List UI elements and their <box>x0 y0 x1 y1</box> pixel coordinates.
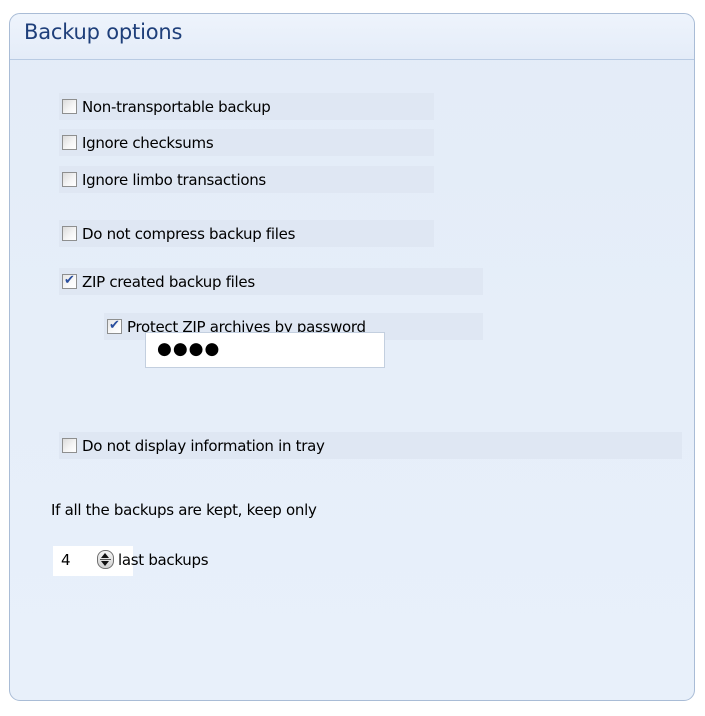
spin-up-arrow-icon[interactable] <box>101 553 109 558</box>
checkmark-icon: ✔ <box>109 318 120 333</box>
no-compress-label: Do not compress backup files <box>82 225 296 243</box>
zip-files-checkbox[interactable]: ✔ <box>62 273 77 289</box>
no-tray-info-checkbox[interactable] <box>62 438 77 453</box>
no-compress-checkbox[interactable] <box>62 226 77 241</box>
panel-title: Backup options <box>24 20 183 44</box>
ignore-checksums-label: Ignore checksums <box>82 134 214 152</box>
ignore-checksums-checkbox[interactable] <box>62 135 77 150</box>
option-ignore-limbo-row[interactable]: Ignore limbo transactions <box>59 166 434 193</box>
non-transportable-checkbox[interactable] <box>62 99 77 114</box>
password-masked-value: ●●●● <box>157 339 221 359</box>
spinner-buttons[interactable] <box>97 550 114 569</box>
keep-backups-label: If all the backups are kept, keep only <box>51 501 317 519</box>
keep-count-suffix: last backups <box>118 551 209 569</box>
keep-count-value[interactable]: 4 <box>61 551 71 569</box>
checkmark-icon: ✔ <box>64 273 75 288</box>
option-non-transportable-row[interactable]: Non-transportable backup <box>59 93 434 120</box>
panel-header: Backup options <box>10 14 694 60</box>
spinner-divider <box>100 559 111 560</box>
spin-down-arrow-icon[interactable] <box>101 561 109 566</box>
non-transportable-label: Non-transportable backup <box>82 98 271 116</box>
backup-options-panel: Backup options Non-transportable backup … <box>9 13 695 701</box>
option-no-compress-row[interactable]: Do not compress backup files <box>59 220 434 247</box>
ignore-limbo-checkbox[interactable] <box>62 172 77 187</box>
zip-password-field[interactable]: ●●●● <box>145 332 385 368</box>
no-tray-info-label: Do not display information in tray <box>82 437 325 455</box>
option-ignore-checksums-row[interactable]: Ignore checksums <box>59 129 434 156</box>
ignore-limbo-label: Ignore limbo transactions <box>82 171 266 189</box>
zip-files-label: ZIP created backup files <box>82 273 255 291</box>
option-zip-files-row[interactable]: ✔ ZIP created backup files <box>59 268 483 295</box>
protect-zip-checkbox[interactable]: ✔ <box>107 318 122 334</box>
option-no-tray-info-row[interactable]: Do not display information in tray <box>59 432 682 459</box>
